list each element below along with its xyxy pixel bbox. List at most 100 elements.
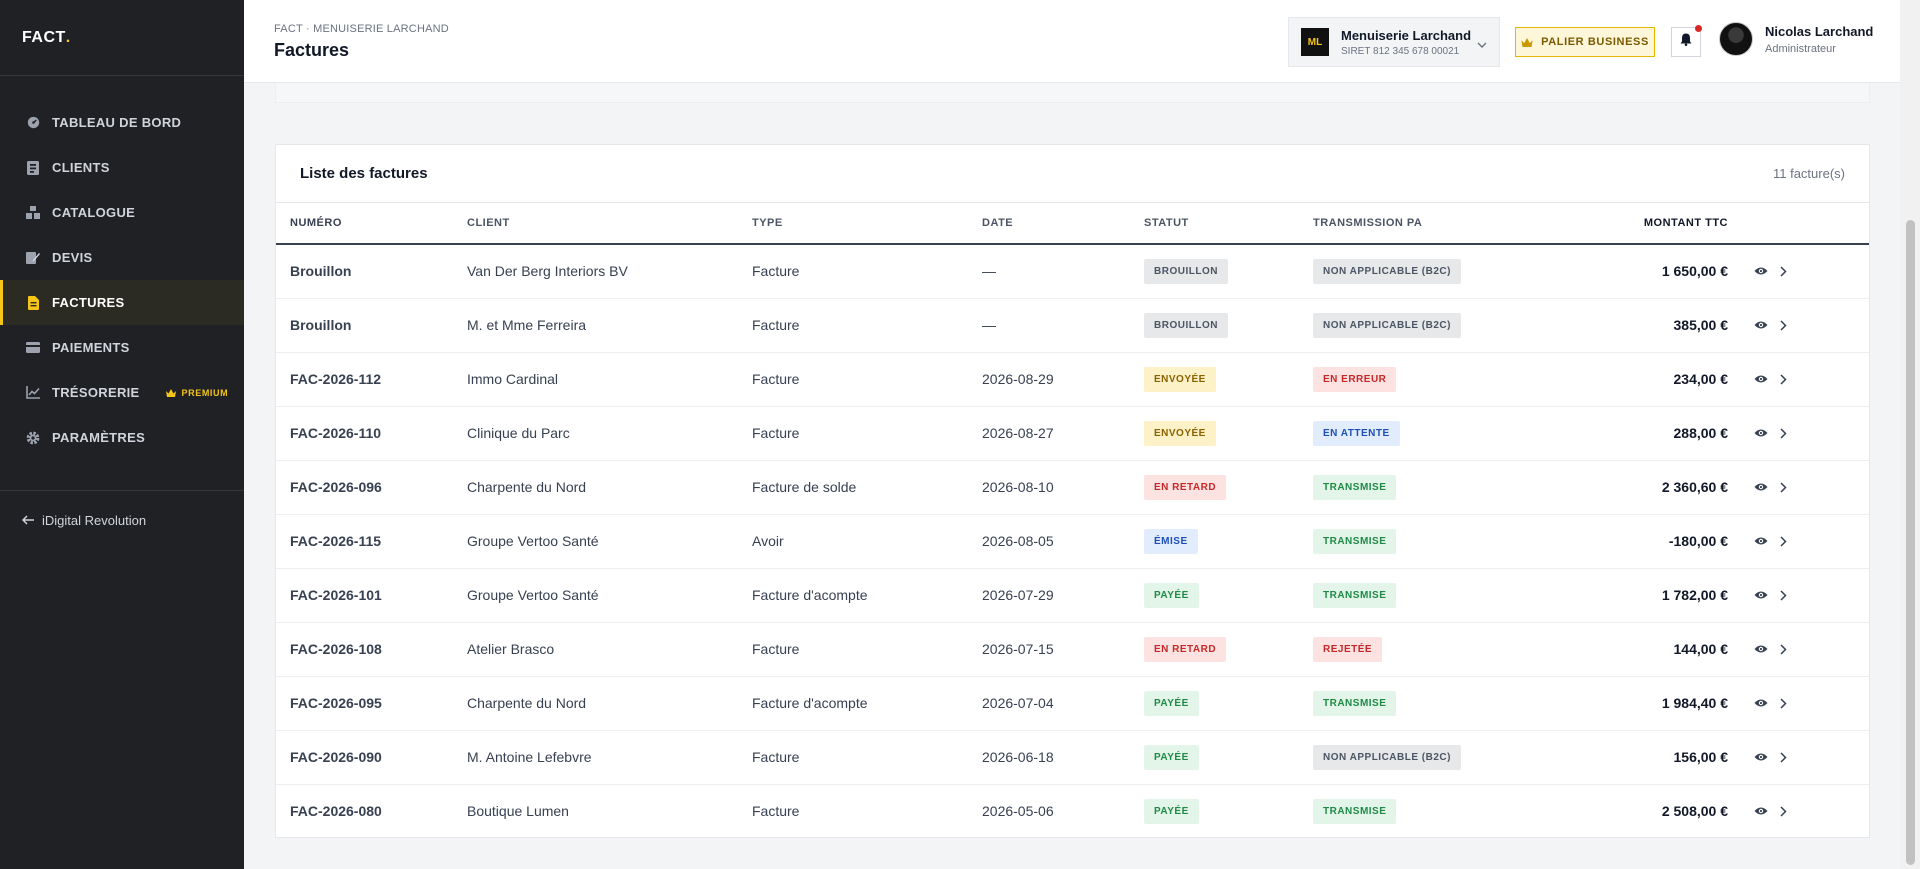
view-eye-icon[interactable] (1754, 320, 1768, 330)
column-header-amount[interactable]: MONTANT TTC (1561, 203, 1728, 245)
status-badge: ENVOYÉE (1144, 420, 1216, 446)
invoice-number: FAC-2026-095 (276, 676, 467, 731)
table-row[interactable]: FAC-2026-108 Atelier Brasco Facture 2026-07… (276, 622, 1869, 677)
chevron-right-icon[interactable] (1780, 751, 1787, 763)
sidebar-item-parametres[interactable]: PARAMÈTRES (0, 415, 244, 460)
chevron-right-icon[interactable] (1780, 481, 1787, 493)
invoice-client: Groupe Vertoo Santé (467, 514, 752, 569)
chevron-right-icon[interactable] (1780, 589, 1787, 601)
notifications-button[interactable] (1671, 25, 1702, 57)
sidebar-item-clients[interactable]: CLIENTS (0, 145, 244, 190)
sidebar-item-paiements[interactable]: PAIEMENTS (0, 325, 244, 370)
table-row[interactable]: FAC-2026-080 Boutique Lumen Facture 2026-05… (276, 784, 1869, 838)
view-eye-icon[interactable] (1754, 374, 1768, 384)
filters-panel-edge (275, 83, 1870, 103)
invoice-number: FAC-2026-112 (276, 352, 467, 407)
table-header-row: NUMÉRO CLIENT TYPE DATE STATUT TRANSMISS… (276, 203, 1869, 245)
view-eye-icon[interactable] (1754, 806, 1768, 816)
view-eye-icon[interactable] (1754, 698, 1768, 708)
invoice-type: Facture (752, 730, 982, 785)
column-header-status[interactable]: STATUT (1144, 203, 1313, 245)
scrollbar-thumb[interactable] (1906, 220, 1915, 865)
crown-icon (165, 388, 176, 397)
sidebar-item-catalogue[interactable]: CATALOGUE (0, 190, 244, 235)
view-eye-icon[interactable] (1754, 482, 1768, 492)
invoice-table-body: Brouillon Van Der Berg Interiors BV Factur… (276, 244, 1869, 838)
invoice-amount: 156,00 € (1561, 730, 1728, 785)
chevron-right-icon[interactable] (1780, 535, 1787, 547)
clients-icon (26, 160, 40, 175)
view-eye-icon[interactable] (1754, 752, 1768, 762)
table-row[interactable]: FAC-2026-095 Charpente du Nord Facture d'a… (276, 676, 1869, 731)
back-link[interactable]: iDigital Revolution (0, 491, 244, 549)
invoice-type: Facture de solde (752, 460, 982, 515)
invoice-date: 2026-08-05 (982, 514, 1144, 569)
invoice-type: Facture (752, 803, 800, 820)
invoice-client: Clinique du Parc (467, 406, 752, 461)
invoice-amount: 385,00 € (1561, 298, 1728, 353)
view-eye-icon[interactable] (1754, 536, 1768, 546)
plan-button[interactable]: PALIER BUSINESS (1515, 27, 1655, 57)
premium-label: PREMIUM (181, 387, 229, 398)
status-cell: ENVOYÉE (1144, 406, 1313, 461)
view-eye-icon[interactable] (1754, 644, 1768, 654)
table-row[interactable]: FAC-2026-115 Groupe Vertoo Santé Avoir 2026… (276, 514, 1869, 569)
company-switcher[interactable]: ML Menuiserie Larchand SIRET 812 345 678… (1288, 17, 1500, 67)
invoice-amount: 1 650,00 € (1561, 244, 1728, 299)
premium-badge: PREMIUM (165, 387, 229, 398)
chevron-right-icon[interactable] (1780, 643, 1787, 655)
invoice-number: Brouillon (276, 298, 467, 353)
status-cell: EN RETARD (1144, 622, 1313, 677)
chevron-right-icon[interactable] (1780, 697, 1787, 709)
transmission-badge: EN ATTENTE (1313, 420, 1400, 446)
invoice-amount: 144,00 € (1561, 622, 1728, 677)
column-header-number[interactable]: NUMÉRO (276, 203, 467, 245)
column-header-date[interactable]: DATE (982, 203, 1144, 245)
row-actions (1728, 730, 1869, 785)
invoice-type: Facture (752, 406, 982, 461)
chevron-right-icon[interactable] (1780, 373, 1787, 385)
invoice-type: Avoir (752, 514, 982, 569)
table-row[interactable]: FAC-2026-096 Charpente du Nord Facture de … (276, 460, 1869, 515)
plan-label: PALIER BUSINESS (1541, 36, 1649, 48)
card-header: Liste des factures 11 facture(s) (276, 145, 1869, 203)
transmission-cell: TRANSMISE (1313, 460, 1561, 515)
sidebar-item-devis[interactable]: DEVIS (0, 235, 244, 280)
chevron-right-icon[interactable] (1780, 319, 1787, 331)
table-row[interactable]: Brouillon M. et Mme Ferreira Facture — BROUI… (276, 298, 1869, 353)
invoice-number: FAC-2026-110 (276, 406, 467, 461)
invoice-number: FAC-2026-080 (290, 803, 382, 820)
status-badge: PAYÉE (1144, 744, 1199, 770)
table-row[interactable]: FAC-2026-110 Clinique du Parc Facture 2026-… (276, 406, 1869, 461)
view-eye-icon[interactable] (1754, 266, 1768, 276)
sidebar-item-label: CLIENTS (52, 160, 110, 175)
invoice-amount: 234,00 € (1561, 352, 1728, 407)
app-logo[interactable]: FACT. (0, 0, 244, 76)
invoice-type: Facture (752, 298, 982, 353)
transmission-cell: TRANSMISE (1313, 568, 1561, 623)
chevron-right-icon[interactable] (1780, 427, 1787, 439)
table-row[interactable]: Brouillon Van Der Berg Interiors BV Factur… (276, 244, 1869, 299)
sidebar-item-factures[interactable]: FACTURES (0, 280, 244, 325)
row-actions (1728, 244, 1869, 299)
chevron-right-icon[interactable] (1780, 806, 1787, 817)
view-eye-icon[interactable] (1754, 590, 1768, 600)
table-row[interactable]: FAC-2026-101 Groupe Vertoo Santé Facture d… (276, 568, 1869, 623)
sidebar-item-tresorerie[interactable]: TRÉSORERIE PREMIUM (0, 370, 244, 415)
sidebar-item-label: TRÉSORERIE (52, 385, 140, 400)
invoice-number: FAC-2026-101 (276, 568, 467, 623)
table-row[interactable]: FAC-2026-090 M. Antoine Lefebvre Facture 20… (276, 730, 1869, 785)
user-menu[interactable]: Nicolas Larchand Administrateur (1719, 22, 1873, 56)
view-eye-icon[interactable] (1754, 428, 1768, 438)
column-header-transmission[interactable]: TRANSMISSION PA (1313, 203, 1561, 245)
table-row[interactable]: FAC-2026-112 Immo Cardinal Facture 2026-08-… (276, 352, 1869, 407)
sidebar-item-dashboard[interactable]: TABLEAU DE BORD (0, 100, 244, 145)
invoice-date: 2026-05-06 (982, 803, 1054, 820)
column-header-type[interactable]: TYPE (752, 203, 982, 245)
sidebar-item-label: PARAMÈTRES (52, 430, 146, 445)
column-header-client[interactable]: CLIENT (467, 203, 752, 245)
scrollbar-track[interactable] (1900, 0, 1920, 869)
chevron-right-icon[interactable] (1780, 266, 1787, 277)
transmission-badge: NON APPLICABLE (B2C) (1313, 744, 1461, 770)
logo-dot: . (65, 28, 71, 46)
